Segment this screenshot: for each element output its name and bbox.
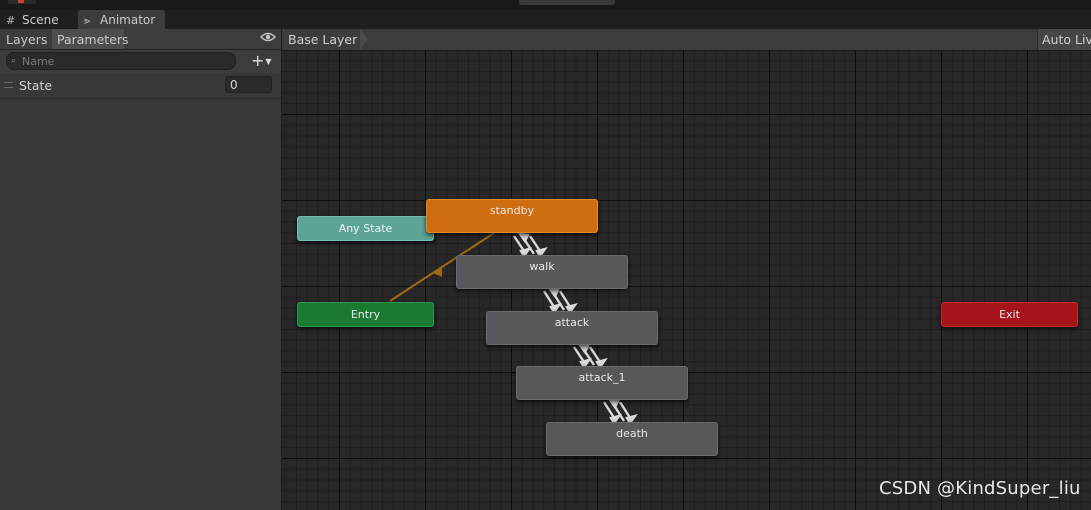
window-tab-bar: # Scene ⪢ Animator [0, 10, 1091, 29]
tab-animator-label: Animator [100, 13, 156, 27]
state-node-attack-1[interactable]: attack_1 [516, 366, 688, 400]
layer-breadcrumb-bar: Base Layer Auto Live [282, 29, 1091, 51]
parameter-name: State [19, 78, 53, 93]
tab-layers[interactable]: Layers [1, 29, 51, 49]
search-icon: ⌕ [11, 56, 17, 66]
tab-scene-label: Scene [22, 13, 59, 27]
state-node-exit[interactable]: Exit [941, 302, 1078, 327]
parameter-search-row: ⌕ +▼ [0, 50, 281, 73]
chevron-down-icon: ▼ [265, 57, 272, 66]
tab-animator[interactable]: ⪢ Animator [78, 10, 165, 29]
breadcrumb-separator [360, 29, 368, 50]
eye-icon[interactable] [259, 30, 277, 48]
state-node-walk[interactable]: walk [456, 255, 628, 289]
state-node-entry[interactable]: Entry [297, 302, 434, 327]
state-node-any-state[interactable]: Any State [297, 216, 434, 241]
state-node-death[interactable]: death [546, 422, 718, 456]
animator-icon: ⪢ [84, 14, 91, 27]
grid-icon: # [6, 14, 16, 27]
play-controls[interactable] [519, 0, 615, 5]
parameter-value-field[interactable]: 0 [225, 76, 272, 93]
unity-logo-icon [8, 0, 36, 4]
add-parameter-button[interactable]: +▼ [251, 52, 279, 70]
drag-handle-icon[interactable] [4, 82, 13, 88]
tab-scene[interactable]: # Scene [0, 10, 76, 29]
auto-live-link-button[interactable]: Auto Live [1037, 29, 1091, 50]
state-node-attack[interactable]: attack [486, 311, 658, 345]
add-parameter-label: + [251, 51, 265, 70]
panel-tabs: Layers Parameters [0, 29, 281, 50]
search-input[interactable] [22, 53, 222, 69]
parameters-panel: Layers Parameters ⌕ +▼ State 0 [0, 29, 282, 510]
tab-parameters[interactable]: Parameters [52, 29, 129, 49]
watermark: CSDN @KindSuper_liu [879, 478, 1081, 499]
parameter-row[interactable]: State 0 [0, 74, 281, 99]
parameter-search[interactable]: ⌕ [6, 52, 236, 70]
state-node-standby[interactable]: standby [426, 199, 598, 233]
title-bar [0, 0, 1091, 10]
